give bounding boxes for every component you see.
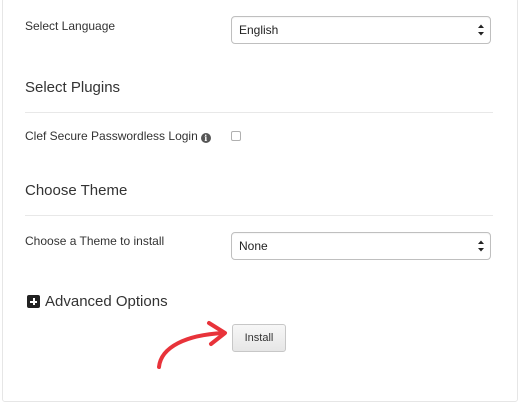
choose-theme-label: Choose a Theme to install <box>25 234 165 248</box>
advanced-options-toggle[interactable]: Advanced Options <box>45 293 168 310</box>
select-arrows-icon <box>478 24 484 36</box>
clef-plugin-row: Clef Secure Passwordless Login i <box>25 129 211 143</box>
install-button[interactable]: Install <box>232 324 286 352</box>
theme-select[interactable]: None <box>231 232 491 260</box>
installer-panel: Select Language English Select Plugins C… <box>2 0 518 402</box>
choose-theme-heading: Choose Theme <box>25 182 128 199</box>
language-select[interactable]: English <box>231 16 491 44</box>
theme-select-value: None <box>239 239 268 253</box>
clef-plugin-label: Clef Secure Passwordless Login <box>25 129 198 143</box>
annotation-arrow-icon <box>157 321 227 369</box>
section-divider <box>25 112 493 113</box>
select-arrows-icon <box>478 240 484 252</box>
expand-plus-icon[interactable] <box>27 295 40 308</box>
select-language-label: Select Language <box>25 19 116 33</box>
section-divider <box>25 215 493 216</box>
info-icon[interactable]: i <box>200 133 211 143</box>
clef-plugin-checkbox[interactable] <box>231 131 241 141</box>
select-plugins-heading: Select Plugins <box>25 79 121 96</box>
language-select-value: English <box>239 23 279 37</box>
